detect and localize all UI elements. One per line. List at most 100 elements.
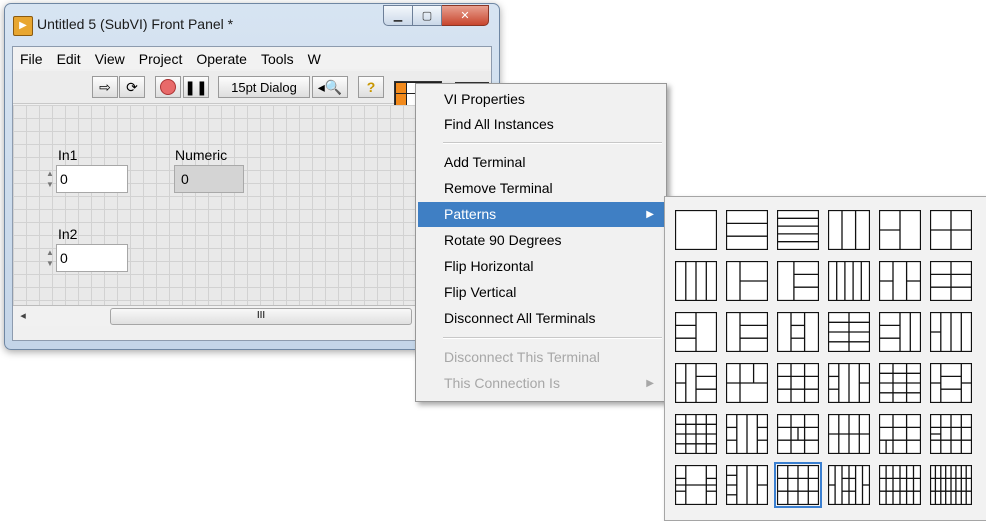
connector-pattern-24[interactable] xyxy=(930,363,972,403)
connector-pattern-icon xyxy=(777,312,819,352)
run-continuously-button[interactable]: ⟳ xyxy=(119,76,145,98)
menu-item-flip-horizontal[interactable]: Flip Horizontal xyxy=(418,254,664,279)
menu-project[interactable]: Project xyxy=(132,47,190,69)
menu-item-remove-terminal[interactable]: Remove Terminal xyxy=(418,176,664,201)
connector-pattern-33[interactable] xyxy=(774,462,822,508)
connector-pattern-25[interactable] xyxy=(675,414,717,454)
connector-pattern-14[interactable] xyxy=(726,312,768,352)
connector-pattern-7[interactable] xyxy=(675,261,717,301)
context-help-button[interactable]: ? xyxy=(358,76,384,98)
connector-pattern-icon xyxy=(726,414,768,454)
connector-pattern-3[interactable] xyxy=(777,210,819,250)
control-label-in2: In2 xyxy=(58,226,78,242)
search-button[interactable]: ◂🔍 xyxy=(312,76,348,98)
connector-pattern-22[interactable] xyxy=(828,363,870,403)
submenu-arrow-icon: ▶ xyxy=(646,378,654,389)
connector-pattern-12[interactable] xyxy=(930,261,972,301)
numeric-control-in2[interactable]: ▲ ▼ 0 xyxy=(45,244,131,272)
increment-decrement-buttons[interactable]: ▲ ▼ xyxy=(45,168,55,190)
connector-pattern-6[interactable] xyxy=(930,210,972,250)
menu-item-find-all-instances[interactable]: Find All Instances xyxy=(418,112,664,137)
scroll-thumb[interactable]: III xyxy=(110,308,412,325)
connector-pattern-icon xyxy=(879,465,921,505)
menu-edit[interactable]: Edit xyxy=(50,47,88,69)
connector-pattern-5[interactable] xyxy=(879,210,921,250)
connector-pattern-13[interactable] xyxy=(675,312,717,352)
abort-button[interactable] xyxy=(155,76,181,98)
connector-pattern-20[interactable] xyxy=(726,363,768,403)
connector-pattern-icon xyxy=(777,363,819,403)
connector-pattern-19[interactable] xyxy=(675,363,717,403)
increment-decrement-buttons[interactable]: ▲ ▼ xyxy=(45,247,55,269)
decrement-arrow-icon[interactable]: ▼ xyxy=(45,258,55,269)
run-continuously-icon: ⟳ xyxy=(126,78,138,95)
font-selector[interactable]: 15pt Dialog xyxy=(218,76,310,98)
menu-file[interactable]: File xyxy=(13,47,50,69)
connector-pattern-27[interactable] xyxy=(777,414,819,454)
connector-pattern-icon xyxy=(777,210,819,250)
close-button[interactable]: ✕ xyxy=(442,5,489,26)
menu-item-patterns-label: Patterns xyxy=(444,206,497,222)
menu-item-this-connection-is: This Connection Is ▶ xyxy=(418,371,664,396)
connector-pattern-32[interactable] xyxy=(726,465,768,505)
increment-arrow-icon[interactable]: ▲ xyxy=(45,168,55,179)
minimize-button[interactable]: ▁ xyxy=(383,5,413,26)
menu-window[interactable]: W xyxy=(301,47,328,69)
increment-arrow-icon[interactable]: ▲ xyxy=(45,247,55,258)
connector-pattern-17[interactable] xyxy=(879,312,921,352)
numeric-input-in1[interactable]: 0 xyxy=(56,165,128,193)
connector-pattern-8[interactable] xyxy=(726,261,768,301)
labview-vi-icon: ▶ xyxy=(13,16,33,36)
menu-item-patterns[interactable]: Patterns ▶ xyxy=(418,202,664,227)
menu-item-disconnect-all-terminals[interactable]: Disconnect All Terminals xyxy=(418,306,664,331)
help-question-icon: ? xyxy=(366,79,376,95)
connector-pattern-10[interactable] xyxy=(828,261,870,301)
connector-patterns-palette xyxy=(664,196,986,521)
connector-pattern-11[interactable] xyxy=(879,261,921,301)
connector-pattern-icon xyxy=(828,210,870,250)
scroll-left-icon[interactable]: ◂ xyxy=(15,308,31,324)
connector-pattern-icon xyxy=(726,363,768,403)
menu-item-flip-vertical[interactable]: Flip Vertical xyxy=(418,280,664,305)
connector-pattern-31[interactable] xyxy=(675,465,717,505)
menu-item-rotate-90-degrees[interactable]: Rotate 90 Degrees xyxy=(418,228,664,253)
connector-pattern-36[interactable] xyxy=(930,465,972,505)
numeric-input-in2[interactable]: 0 xyxy=(56,244,128,272)
pause-icon: ❚❚ xyxy=(184,78,208,95)
decrement-arrow-icon[interactable]: ▼ xyxy=(45,179,55,190)
connector-pattern-icon xyxy=(828,414,870,454)
title-bar[interactable]: ▶ Untitled 5 (SubVI) Front Panel * ▁ ▢ ✕ xyxy=(5,4,499,46)
connector-pattern-2[interactable] xyxy=(726,210,768,250)
connector-pattern-28[interactable] xyxy=(828,414,870,454)
connector-pattern-icon xyxy=(828,261,870,301)
pause-button[interactable]: ❚❚ xyxy=(183,76,209,98)
connector-pattern-34[interactable] xyxy=(828,465,870,505)
connector-pattern-26[interactable] xyxy=(726,414,768,454)
connector-pattern-icon xyxy=(879,363,921,403)
maximize-button[interactable]: ▢ xyxy=(413,5,442,26)
connector-pattern-icon xyxy=(879,261,921,301)
connector-pattern-icon xyxy=(879,312,921,352)
connector-pattern-15[interactable] xyxy=(777,312,819,352)
menu-operate[interactable]: Operate xyxy=(189,47,254,69)
menu-item-vi-properties[interactable]: VI Properties xyxy=(418,87,664,112)
connector-pattern-icon xyxy=(777,465,819,505)
menu-item-add-terminal[interactable]: Add Terminal xyxy=(418,150,664,175)
run-button[interactable]: ⇨ xyxy=(92,76,118,98)
connector-pattern-icon xyxy=(675,465,717,505)
numeric-control-in1[interactable]: ▲ ▼ 0 xyxy=(45,165,131,193)
menu-view[interactable]: View xyxy=(88,47,132,69)
menu-tools[interactable]: Tools xyxy=(254,47,301,69)
connector-pattern-21[interactable] xyxy=(777,363,819,403)
connector-pattern-23[interactable] xyxy=(879,363,921,403)
connector-pattern-4[interactable] xyxy=(828,210,870,250)
connector-pattern-icon xyxy=(879,414,921,454)
connector-pattern-18[interactable] xyxy=(930,312,972,352)
connector-pattern-9[interactable] xyxy=(777,261,819,301)
connector-pattern-29[interactable] xyxy=(879,414,921,454)
connector-pattern-30[interactable] xyxy=(930,414,972,454)
connector-pattern-35[interactable] xyxy=(879,465,921,505)
connector-pattern-16[interactable] xyxy=(828,312,870,352)
connector-pattern-1[interactable] xyxy=(675,210,717,250)
connector-pattern-icon xyxy=(930,414,972,454)
